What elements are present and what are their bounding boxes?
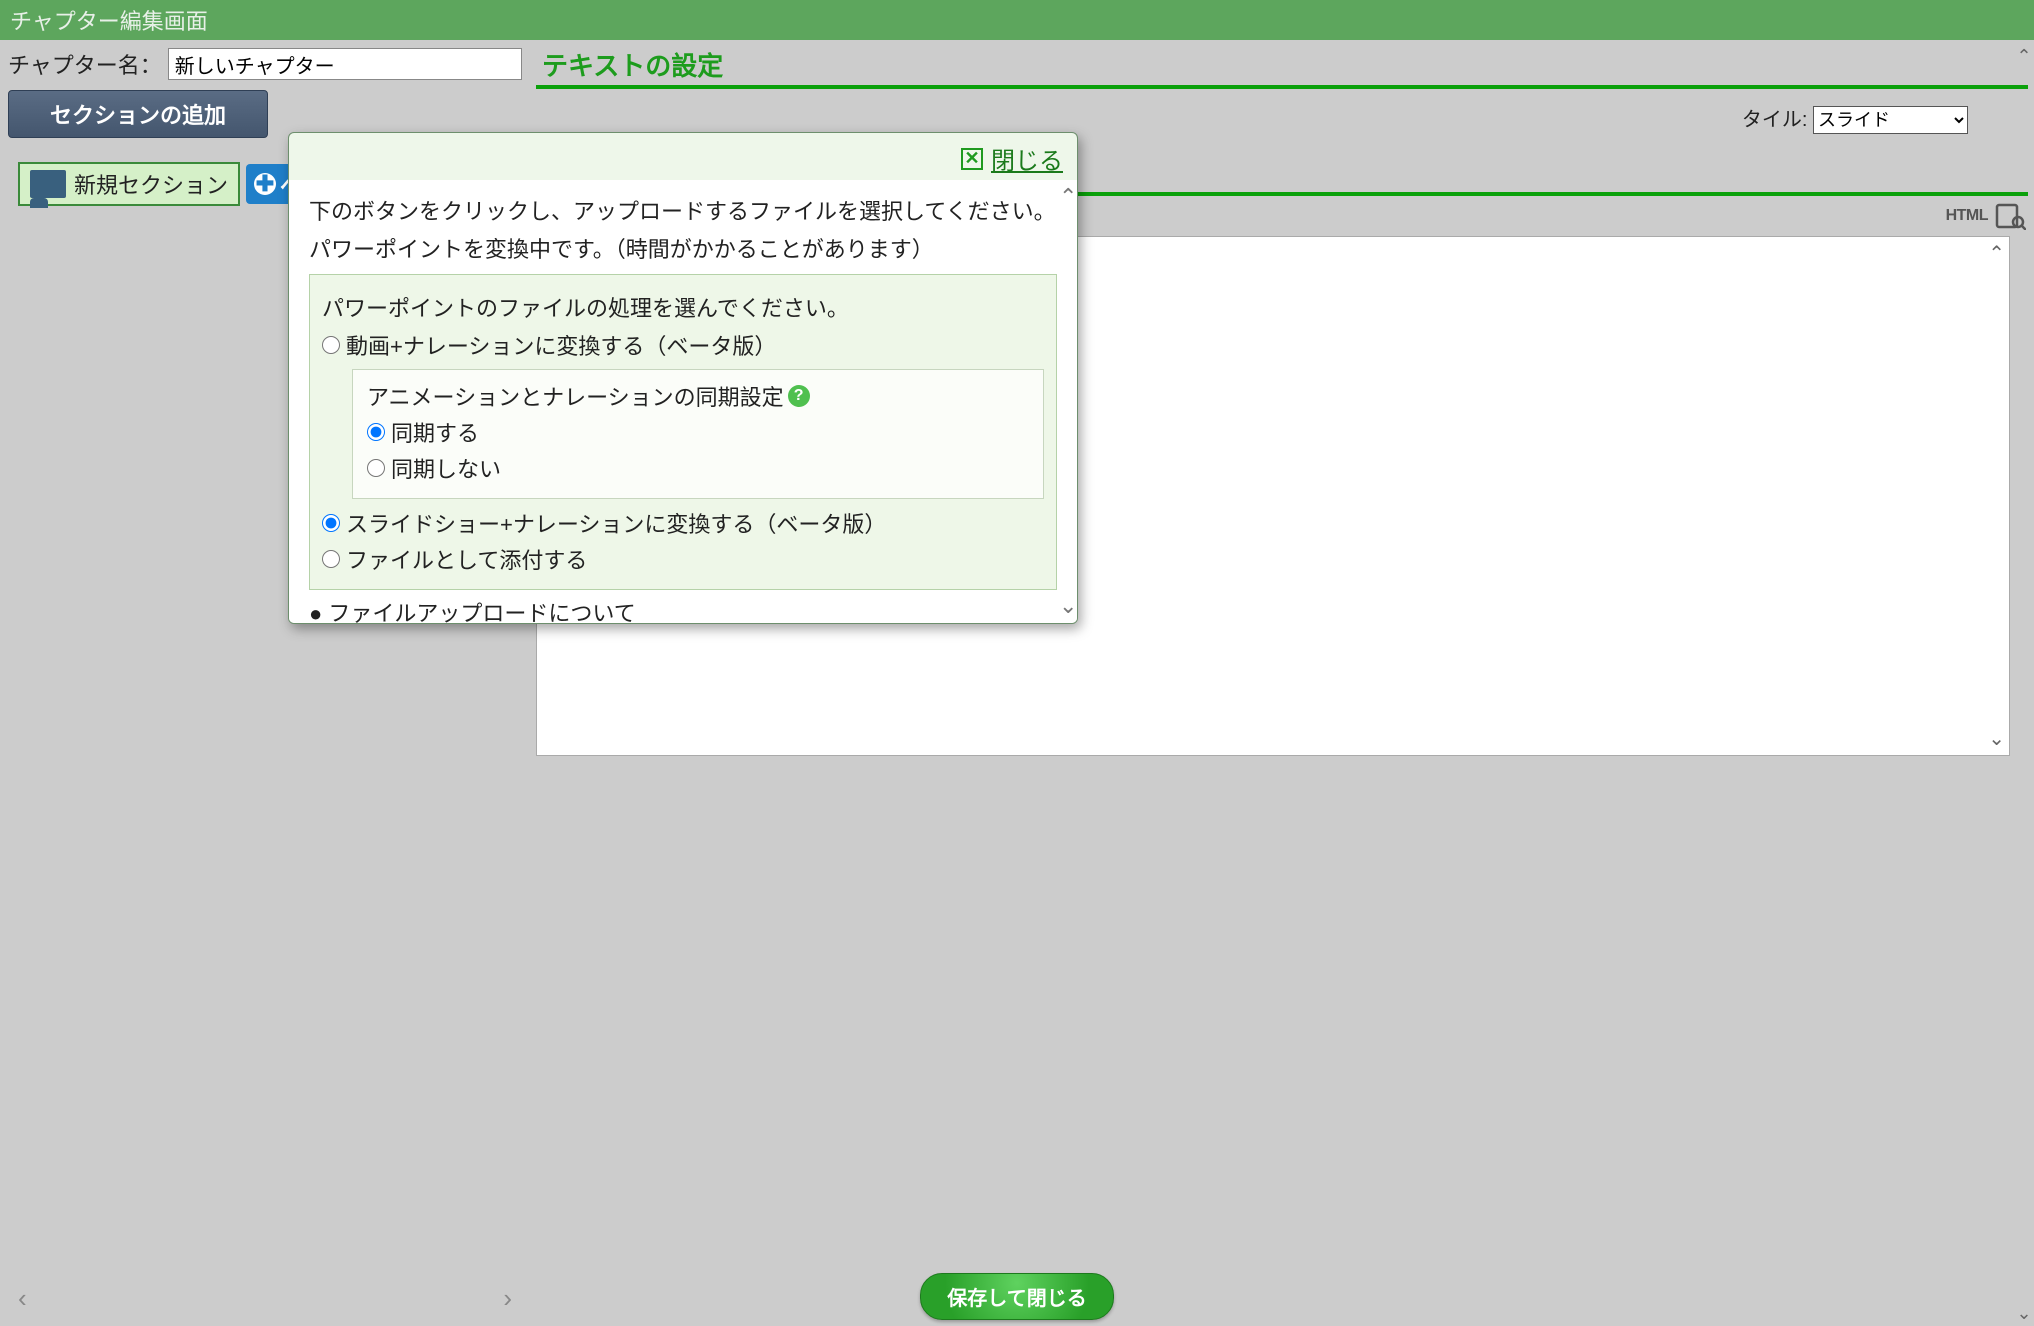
sync-no-label: 同期しない (391, 452, 501, 484)
style-row: タイル: スライド (536, 103, 2028, 134)
chapter-name-row: チャプター名： (8, 48, 522, 80)
html-badge[interactable]: HTML (1946, 207, 1988, 225)
style-select[interactable]: スライド (1813, 106, 1968, 134)
chevron-up-icon[interactable]: ⌃ (1988, 241, 2005, 266)
radio-attach-file[interactable] (322, 550, 340, 568)
section-chip[interactable]: 新規セクション (18, 162, 240, 206)
sync-settings-box: アニメーションとナレーションの同期設定 ? 同期する 同期しない (352, 369, 1044, 499)
chevron-up-icon[interactable]: ⌃ (2016, 46, 2031, 67)
content-area: チャプター名： セクションの追加 新規セクション ✚ ペー ‹ › テキストの設… (0, 40, 2034, 1326)
chapter-name-input[interactable] (168, 48, 522, 80)
style-label: タイル: (1742, 109, 1808, 131)
teacher-icon (30, 170, 66, 198)
chevron-down-icon[interactable]: ⌄ (1059, 593, 1075, 619)
plus-icon: ✚ (254, 173, 276, 195)
modal-line1: 下のボタンをクリックし、アップロードするファイルを選択してください。 (309, 194, 1057, 226)
sync-title: アニメーションとナレーションの同期設定 (367, 380, 784, 412)
modal-line2: パワーポイントを変換中です。（時間がかかることがあります） (309, 232, 1057, 264)
radio-video-narration[interactable] (322, 336, 340, 354)
save-close-button[interactable]: 保存して閉じる (920, 1273, 1113, 1320)
sync-yes-label: 同期する (391, 416, 479, 448)
save-bar: 保存して閉じる (0, 1273, 2034, 1320)
options-box: パワーポイントのファイルの処理を選んでください。 動画+ナレーションに変換する（… (309, 274, 1057, 590)
help-icon[interactable]: ? (788, 385, 810, 407)
text-settings-title: テキストの設定 (542, 46, 723, 83)
text-settings-header: テキストの設定 (536, 46, 2028, 89)
option-slideshow-narration[interactable]: スライドショー+ナレーションに変換する（ベータ版） (322, 507, 1044, 539)
radio-sync-yes[interactable] (367, 423, 385, 441)
sync-title-row: アニメーションとナレーションの同期設定 ? (367, 380, 1029, 412)
option-attach-file[interactable]: ファイルとして添付する (322, 543, 1044, 575)
chapter-name-label: チャプター名： (8, 48, 162, 80)
close-icon[interactable]: ✕ (961, 148, 983, 170)
option-video-narration-label: 動画+ナレーションに変換する（ベータ版） (346, 329, 776, 361)
option-slideshow-narration-label: スライドショー+ナレーションに変換する（ベータ版） (346, 507, 886, 539)
sync-no-option[interactable]: 同期しない (367, 452, 1029, 484)
section-chip-label: 新規セクション (74, 168, 228, 200)
modal-body: 下のボタンをクリックし、アップロードするファイルを選択してください。 パワーポイ… (289, 180, 1077, 623)
app-title: チャプター編集画面 (0, 0, 2034, 40)
option-video-narration[interactable]: 動画+ナレーションに変換する（ベータ版） (322, 329, 1044, 361)
upload-modal: ✕ 閉じる 下のボタンをクリックし、アップロードするファイルを選択してください。… (288, 132, 1078, 624)
sync-yes-option[interactable]: 同期する (367, 416, 1029, 448)
radio-slideshow-narration[interactable] (322, 514, 340, 532)
right-pane-scrollbar[interactable]: ⌃ ⌄ (2016, 46, 2032, 1324)
option-attach-file-label: ファイルとして添付する (346, 543, 587, 575)
radio-sync-no[interactable] (367, 459, 385, 477)
close-link[interactable]: 閉じる (991, 141, 1063, 176)
options-title: パワーポイントのファイルの処理を選んでください。 (322, 291, 1044, 323)
modal-header: ✕ 閉じる (289, 133, 1077, 180)
modal-scrollbar[interactable]: ⌃ ⌄ (1059, 184, 1075, 619)
chevron-up-icon[interactable]: ⌃ (1059, 184, 1075, 210)
upload-about-heading: ● ファイルアップロードについて (309, 596, 1057, 623)
add-section-button[interactable]: セクションの追加 (8, 90, 268, 138)
chevron-down-icon[interactable]: ⌄ (1988, 726, 2005, 751)
